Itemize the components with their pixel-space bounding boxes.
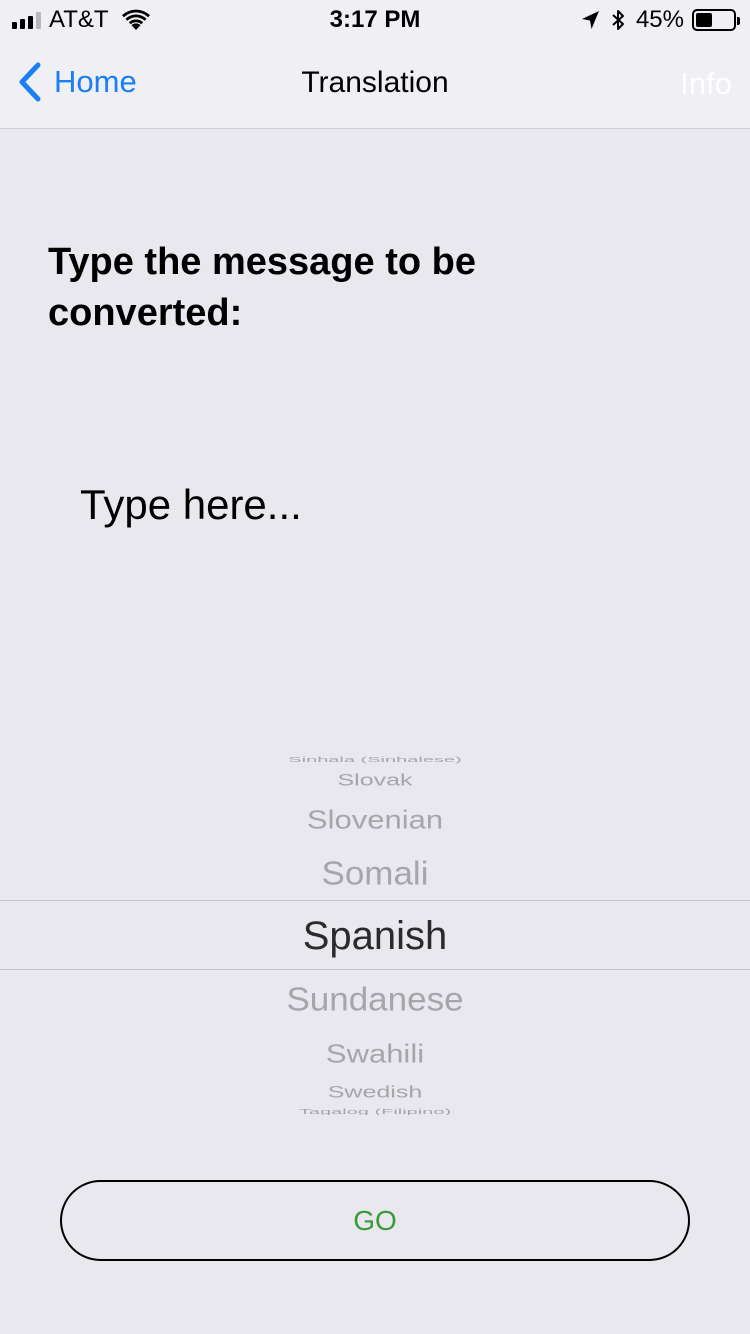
picker-option[interactable]: Swahili <box>0 1040 750 1066</box>
battery-icon <box>692 9 740 31</box>
picker-option[interactable]: Swedish <box>0 1084 750 1100</box>
go-button[interactable]: GO <box>60 1180 690 1261</box>
page-title: Translation <box>301 66 449 99</box>
bluetooth-icon <box>612 10 624 30</box>
picker-option[interactable]: Slovak <box>0 772 750 788</box>
picker-option[interactable]: Tagalog (Filipino) <box>0 1109 750 1116</box>
language-picker[interactable]: Sinhala (Sinhalese) Slovak Slovenian Somali… <box>0 745 750 1115</box>
battery-fill <box>696 13 712 27</box>
picker-option[interactable]: Somali <box>0 856 750 889</box>
message-input[interactable] <box>80 478 680 532</box>
location-arrow-icon <box>581 11 599 29</box>
picker-selection-top-line <box>0 900 750 901</box>
navigation-bar: Home Translation Info <box>0 40 750 129</box>
battery-nub <box>737 17 740 25</box>
info-button[interactable]: Info <box>680 66 732 102</box>
status-bar: AT&T 3:17 PM 45% <box>0 0 750 40</box>
prompt-heading: Type the message to be converted: <box>48 241 476 334</box>
picker-option[interactable]: Spanish <box>0 916 750 956</box>
picker-selection-bottom-line <box>0 969 750 970</box>
battery-percent: 45% <box>635 6 684 33</box>
picker-option[interactable]: Sundanese <box>0 982 750 1015</box>
status-right: 45% <box>580 6 740 34</box>
picker-option[interactable]: Sinhala (Sinhalese) <box>0 757 750 764</box>
picker-option[interactable]: Slovenian <box>0 806 750 832</box>
